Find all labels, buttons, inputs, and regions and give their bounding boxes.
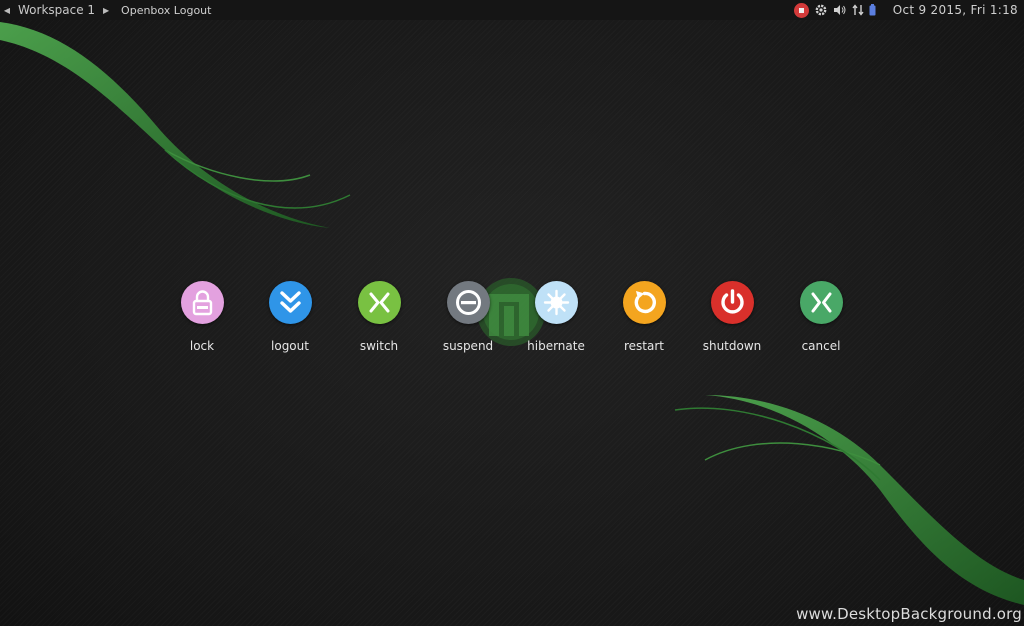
- hibernate-button[interactable]: hibernate: [512, 281, 600, 361]
- restart-icon: [622, 281, 666, 324]
- watermark: www.DesktopBackground.org: [796, 605, 1022, 623]
- lock-label: lock: [189, 339, 215, 353]
- top-panel: ◀ Workspace 1 ▶ Openbox Logout Oct 9 201…: [0, 0, 1024, 20]
- network-icon[interactable]: [852, 0, 864, 20]
- workspace-name[interactable]: Workspace 1: [14, 3, 99, 17]
- shutdown-button[interactable]: shutdown: [688, 281, 776, 361]
- prev-workspace-icon[interactable]: ◀: [0, 6, 14, 15]
- logout-button[interactable]: logout: [246, 281, 334, 361]
- suspend-label: suspend: [442, 339, 494, 353]
- shutdown-label: shutdown: [702, 339, 762, 353]
- cancel-label: cancel: [801, 339, 841, 353]
- power-icon: [710, 281, 754, 324]
- restart-button[interactable]: restart: [600, 281, 688, 361]
- lock-icon: [180, 281, 224, 324]
- system-tray: Oct 9 2015, Fri 1:18: [793, 0, 1024, 20]
- taskbar-window-title[interactable]: Openbox Logout: [121, 4, 211, 17]
- suspend-icon: [446, 281, 490, 324]
- lock-button[interactable]: lock: [158, 281, 246, 361]
- switch-button[interactable]: switch: [335, 281, 423, 361]
- switch-icon: [357, 281, 401, 324]
- record-icon[interactable]: [793, 2, 809, 18]
- cancel-button[interactable]: cancel: [777, 281, 865, 361]
- hibernate-label: hibernate: [527, 339, 585, 353]
- snowflake-icon: [534, 281, 578, 324]
- logout-actions: lock logout switch suspend hibernate res…: [158, 281, 866, 361]
- switch-label: switch: [359, 339, 399, 353]
- double-chevron-down-icon: [268, 281, 312, 324]
- gear-icon[interactable]: [814, 0, 828, 20]
- battery-icon[interactable]: [869, 0, 876, 20]
- volume-icon[interactable]: [833, 0, 847, 20]
- logout-label: logout: [271, 339, 309, 353]
- close-icon: [799, 281, 843, 324]
- suspend-button[interactable]: suspend: [424, 281, 512, 361]
- clock[interactable]: Oct 9 2015, Fri 1:18: [893, 3, 1018, 17]
- restart-label: restart: [623, 339, 664, 353]
- next-workspace-icon[interactable]: ▶: [99, 6, 113, 15]
